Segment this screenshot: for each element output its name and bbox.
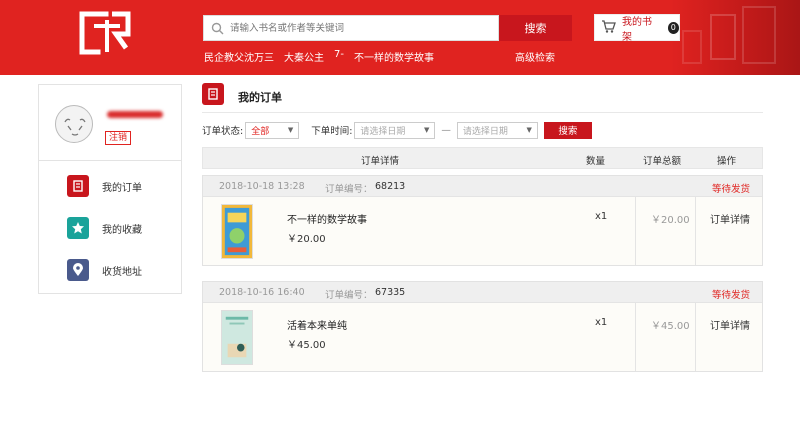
start-date-select[interactable]: 请选择日期 ▼	[354, 121, 436, 139]
book-cover-image[interactable]	[221, 204, 253, 259]
order-icon	[67, 175, 89, 197]
order-quantity: x1	[595, 317, 608, 328]
book-title-link[interactable]: 活着本来单纯	[287, 317, 347, 332]
order-detail-link[interactable]: 订单详情	[710, 211, 750, 226]
bookshelf-label: 我的书架	[622, 16, 652, 43]
logout-button[interactable]: 注销	[105, 131, 132, 145]
time-filter-label: 下单时间:	[311, 126, 353, 137]
order-icon	[202, 83, 224, 105]
hot-word-link[interactable]: 民企教父沈万三	[204, 49, 274, 64]
hot-search-words: 民企教父沈万三 大秦公主 7- 不一样的数学故事	[204, 49, 434, 64]
column-action: 操作	[717, 156, 737, 167]
order-card: 2018-10-16 16:40 订单编号： 67335 等待发货 活着本来单纯…	[202, 281, 763, 372]
column-quantity: 数量	[586, 156, 606, 167]
order-status: 等待发货	[712, 290, 751, 301]
sidebar-item-favorites[interactable]: 我的收藏	[67, 217, 142, 239]
cart-icon	[601, 19, 616, 36]
order-item: 不一样的数学故事 ￥20.00 x1 ￥20.00 订单详情	[203, 197, 762, 265]
order-header: 2018-10-16 16:40 订单编号： 67335 等待发货	[203, 282, 762, 303]
filter-search-button[interactable]: 搜索	[543, 121, 592, 139]
book-price: ￥45.00	[287, 340, 326, 351]
book-cover-image[interactable]	[221, 310, 253, 365]
sidebar-nav: 我的订单 我的收藏 收货地址	[38, 161, 182, 294]
order-status: 等待发货	[712, 184, 751, 195]
site-header: 搜索 民企教父沈万三 大秦公主 7- 不一样的数学故事 高级检索 我的书架 0	[0, 0, 800, 75]
search-button[interactable]: 搜索	[499, 15, 572, 41]
book-title-link[interactable]: 不一样的数学故事	[287, 211, 367, 226]
chevron-down-icon: ▼	[424, 126, 430, 134]
chevron-down-icon: ▼	[526, 126, 532, 134]
sidebar-item-label: 收货地址	[102, 266, 142, 278]
end-date-placeholder: 请选择日期	[462, 126, 508, 137]
order-detail-link[interactable]: 订单详情	[710, 317, 750, 332]
book-price: ￥20.00	[287, 234, 326, 245]
end-date-select[interactable]: 请选择日期 ▼	[456, 121, 538, 139]
hot-word-link[interactable]: 不一样的数学故事	[354, 49, 434, 64]
site-logo-icon[interactable]	[76, 8, 134, 58]
page-title-bar: 我的订单	[202, 83, 763, 113]
order-number-label: 订单编号：	[325, 290, 373, 301]
user-profile-card: 注销	[38, 84, 182, 161]
column-total: 订单总额	[643, 156, 682, 167]
sidebar-item-label: 我的订单	[102, 182, 142, 194]
avatar[interactable]	[55, 105, 93, 143]
order-date: 2018-10-18 13:28	[219, 181, 305, 192]
sidebar-item-orders[interactable]: 我的订单	[67, 175, 142, 197]
order-card: 2018-10-18 13:28 订单编号： 68213 等待发货 不一样的数学…	[202, 175, 763, 266]
order-item: 活着本来单纯 ￥45.00 x1 ￥45.00 订单详情	[203, 303, 762, 371]
bookshelf-button[interactable]: 我的书架 0	[594, 14, 680, 43]
order-number: 68213	[375, 181, 406, 192]
order-total: ￥20.00	[651, 215, 690, 226]
username-redacted	[103, 111, 175, 119]
search-icon	[204, 16, 230, 40]
star-icon	[67, 217, 89, 239]
start-date-placeholder: 请选择日期	[360, 126, 406, 137]
order-quantity: x1	[595, 211, 608, 222]
cart-count-badge: 0	[667, 21, 679, 34]
order-table-header: 订单详情 数量 订单总额 操作	[202, 147, 763, 169]
hot-word-link[interactable]: 大秦公主	[284, 49, 324, 64]
order-number: 67335	[375, 287, 406, 298]
order-header: 2018-10-18 13:28 订单编号： 68213 等待发货	[203, 176, 762, 197]
column-details: 订单详情	[361, 156, 400, 167]
sidebar-item-address[interactable]: 收货地址	[67, 259, 142, 281]
location-icon	[67, 259, 89, 281]
order-filter-bar: 订单状态: 全部 ▼ 下单时间: 请选择日期 ▼ — 请选择日期 ▼ 搜索	[202, 121, 592, 139]
order-total: ￥45.00	[651, 321, 690, 332]
header-decoration	[670, 0, 800, 75]
hot-word-link[interactable]: 7-	[334, 49, 344, 64]
status-filter-label: 订单状态:	[202, 126, 244, 137]
sidebar-item-label: 我的收藏	[102, 224, 142, 236]
chevron-down-icon: ▼	[287, 126, 294, 134]
search-input[interactable]	[230, 17, 498, 39]
search-box	[203, 15, 499, 41]
date-range-separator: —	[441, 124, 451, 136]
status-select[interactable]: 全部 ▼	[245, 121, 300, 139]
advanced-search-link[interactable]: 高级检索	[515, 49, 555, 64]
order-number-label: 订单编号：	[325, 184, 373, 195]
order-date: 2018-10-16 16:40	[219, 287, 305, 298]
status-select-value: 全部	[251, 126, 270, 137]
page-title: 我的订单	[238, 91, 282, 104]
